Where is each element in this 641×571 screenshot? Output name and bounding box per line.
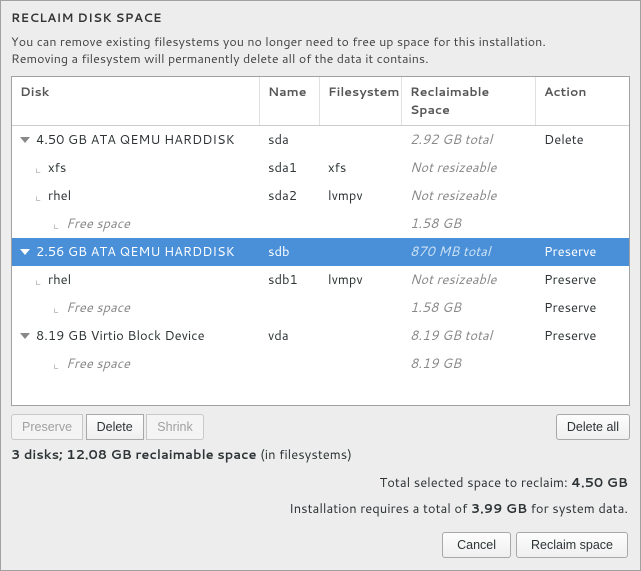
disk-label: 2.56 GB ATA QEMU HARDDISK — [36, 243, 235, 261]
tree-branch-icon: ⌞ — [34, 187, 42, 205]
reclaim-space-button[interactable]: Reclaim space — [516, 532, 628, 558]
col-reclaimable[interactable]: Reclaimable Space — [402, 77, 536, 125]
free-space-row[interactable]: ⌞ Free space 8.19 GB — [12, 350, 629, 378]
disk-label: 8.19 GB Virtio Block Device — [36, 327, 205, 345]
dialog-description: You can remove existing filesystems you … — [11, 34, 630, 68]
total-reclaim-line: Total selected space to reclaim: 4.50 GB — [1, 470, 640, 496]
tree-branch-icon: ⌞ — [52, 215, 60, 233]
cancel-button[interactable]: Cancel — [442, 532, 511, 558]
cell-filesystem: lvmpv — [320, 187, 402, 205]
install-pre: Installation requires a total of — [289, 500, 471, 518]
header-area: RECLAIM DISK SPACE You can remove existi… — [1, 1, 640, 76]
disk-label: Free space — [66, 355, 130, 373]
col-disk[interactable]: Disk — [12, 77, 260, 125]
cell-reclaimable: 1.58 GB — [402, 215, 536, 233]
tree-branch-icon: ⌞ — [52, 299, 60, 317]
cell-disk: ⌞ Free space — [12, 215, 260, 233]
col-name[interactable]: Name — [260, 77, 320, 125]
cell-reclaimable: 2.92 GB total — [402, 131, 536, 149]
cell-reclaimable: Not resizeable — [402, 159, 536, 177]
expander-icon[interactable] — [20, 333, 30, 339]
cell-name: sda — [260, 131, 320, 149]
cell-reclaimable: 8.19 GB total — [402, 327, 536, 345]
cell-action: Preserve — [536, 271, 629, 289]
cell-disk: ⌞ xfs — [12, 159, 260, 177]
partition-row[interactable]: ⌞ rhel sda2lvmpvNot resizeable — [12, 182, 629, 210]
tree-body: 4.50 GB ATA QEMU HARDDISK sda 2.92 GB tota… — [12, 126, 629, 378]
shrink-button[interactable]: Shrink — [146, 414, 203, 440]
disk-row[interactable]: 2.56 GB ATA QEMU HARDDISK sdb 870 MB total… — [12, 238, 629, 266]
partition-row[interactable]: ⌞xfssda1xfsNot resizeable — [12, 154, 629, 182]
cell-name: sdb — [260, 243, 320, 261]
free-space-row[interactable]: ⌞ Free space 1.58 GB — [12, 210, 629, 238]
cell-name: sda1 — [260, 159, 320, 177]
cell-reclaimable: 1.58 GB — [402, 299, 536, 317]
cell-reclaimable: Not resizeable — [402, 271, 536, 289]
col-filesystem[interactable]: Filesystem — [320, 77, 402, 125]
cell-name: vda — [260, 327, 320, 345]
cell-action: Preserve — [536, 299, 629, 317]
cell-disk: ⌞ Free space — [12, 299, 260, 317]
disk-row[interactable]: 8.19 GB Virtio Block Device vda 8.19 GB to… — [12, 322, 629, 350]
disk-label: rhel — [48, 271, 71, 289]
disk-label: 4.50 GB ATA QEMU HARDDISK — [36, 131, 235, 149]
delete-button[interactable]: Delete — [86, 414, 144, 440]
summary-rest: (in filesystems) — [257, 446, 352, 464]
total-bold: 4.50 GB — [571, 474, 628, 492]
cell-action: Delete — [536, 131, 629, 149]
cell-reclaimable: 8.19 GB — [402, 355, 536, 373]
cell-reclaimable: Not resizeable — [402, 187, 536, 205]
tree-branch-icon: ⌞ — [52, 355, 60, 373]
cell-reclaimable: 870 MB total — [402, 243, 536, 261]
expander-icon[interactable] — [20, 137, 30, 143]
cell-name: sdb1 — [260, 271, 320, 289]
disk-label: xfs — [48, 159, 66, 177]
disk-label: Free space — [66, 215, 130, 233]
tree-branch-icon: ⌞ — [34, 159, 42, 177]
summary-bold: 3 disks; 12.08 GB reclaimable space — [11, 446, 257, 464]
delete-all-button[interactable]: Delete all — [556, 414, 630, 440]
install-req-line: Installation requires a total of 3.99 GB… — [1, 496, 640, 522]
cell-disk: 8.19 GB Virtio Block Device — [12, 327, 260, 345]
cell-disk: 4.50 GB ATA QEMU HARDDISK — [12, 131, 260, 149]
disk-label: rhel — [48, 187, 71, 205]
desc-line-2: Removing a filesystem will permanently d… — [11, 50, 429, 68]
dialog-reclaim-disk-space: RECLAIM DISK SPACE You can remove existi… — [0, 0, 641, 571]
cell-action: Preserve — [536, 243, 629, 261]
preserve-button[interactable]: Preserve — [11, 414, 83, 440]
row-actions-bar: Preserve Delete Shrink Delete all — [1, 406, 640, 444]
disk-tree[interactable]: Disk Name Filesystem Reclaimable Space A… — [11, 76, 630, 406]
summary-line: 3 disks; 12.08 GB reclaimable space (in … — [1, 444, 640, 470]
dialog-title: RECLAIM DISK SPACE — [11, 9, 630, 26]
cell-name: sda2 — [260, 187, 320, 205]
disk-label: Free space — [66, 299, 130, 317]
row-action-group: Preserve Delete Shrink — [11, 414, 204, 440]
tree-header: Disk Name Filesystem Reclaimable Space A… — [12, 77, 629, 126]
total-pre: Total selected space to reclaim: — [380, 474, 572, 492]
install-post: for system data. — [527, 500, 628, 518]
tree-branch-icon: ⌞ — [34, 271, 42, 289]
col-action[interactable]: Action — [536, 77, 629, 125]
free-space-row[interactable]: ⌞ Free space 1.58 GBPreserve — [12, 294, 629, 322]
expander-icon[interactable] — [20, 249, 30, 255]
desc-line-1: You can remove existing filesystems you … — [11, 33, 546, 51]
cell-disk: 2.56 GB ATA QEMU HARDDISK — [12, 243, 260, 261]
dialog-actions: Cancel Reclaim space — [1, 522, 640, 570]
cell-disk: ⌞ Free space — [12, 355, 260, 373]
disk-row[interactable]: 4.50 GB ATA QEMU HARDDISK sda 2.92 GB tota… — [12, 126, 629, 154]
cell-filesystem: lvmpv — [320, 271, 402, 289]
cell-action: Preserve — [536, 327, 629, 345]
cell-disk: ⌞ rhel — [12, 271, 260, 289]
cell-disk: ⌞ rhel — [12, 187, 260, 205]
install-bold: 3.99 GB — [471, 500, 527, 518]
partition-row[interactable]: ⌞ rhel sdb1lvmpvNot resizeablePreserve — [12, 266, 629, 294]
cell-filesystem: xfs — [320, 159, 402, 177]
